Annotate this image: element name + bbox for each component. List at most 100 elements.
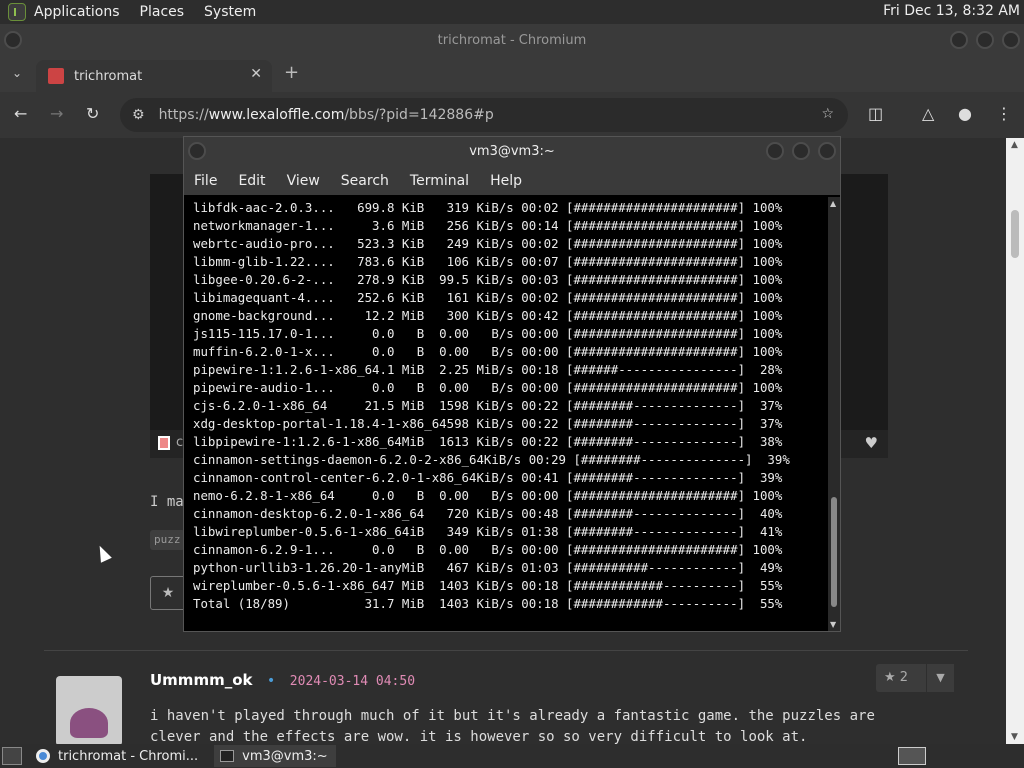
labs-flask-icon[interactable]: △	[922, 104, 934, 123]
avatar-figure	[70, 708, 108, 738]
mouse-cursor-icon	[94, 543, 112, 563]
menu-system[interactable]: System	[204, 4, 256, 20]
terminal-menu-edit[interactable]: Edit	[238, 173, 265, 189]
more-menu-icon[interactable]: ⋮	[996, 104, 1012, 123]
tabstrip: ⌄ trichromat ✕ +	[0, 56, 1024, 92]
forward-icon[interactable]: →	[50, 104, 63, 123]
terminal-menubar: File Edit View Search Terminal Help	[184, 167, 840, 195]
terminal-scroll-down-icon[interactable]: ▼	[830, 620, 836, 629]
terminal-menu-search[interactable]: Search	[341, 173, 389, 189]
favicon-icon	[48, 68, 64, 84]
terminal-line: muffin-6.2.0-1-x... 0.0 B 0.00 B/s 00:00…	[193, 344, 783, 359]
terminal-scroll-thumb[interactable]	[831, 497, 837, 607]
terminal-menu-terminal[interactable]: Terminal	[410, 173, 469, 189]
tag-badge[interactable]: puzz	[150, 530, 185, 550]
heart-icon[interactable]: ♥	[865, 434, 878, 452]
terminal-line: xdg-desktop-portal-1.18.4-1-x86_64598 Ki…	[193, 416, 783, 431]
address-bar[interactable]: ⚙ https://www.lexaloffle.com/bbs/?pid=14…	[120, 98, 848, 132]
terminal-close-button[interactable]	[818, 142, 836, 160]
terminal-icon	[220, 750, 235, 762]
terminal-menu-file[interactable]: File	[194, 173, 217, 189]
terminal-line: nemo-6.2.8-1-x86_64 0.0 B 0.00 B/s 00:00…	[193, 488, 783, 503]
tab-close-icon[interactable]: ✕	[250, 66, 262, 82]
task-chromium[interactable]: trichromat - Chromi...	[30, 745, 206, 767]
post-star-button[interactable]: ★	[150, 576, 186, 610]
terminal-line: libmm-glib-1.22.... 783.6 KiB 106 KiB/s …	[193, 254, 783, 269]
chromium-window-title: trichromat - Chromium	[437, 32, 587, 48]
terminal-line: python-urllib3-1.26.20-1-anyMiB 467 KiB/…	[193, 560, 783, 575]
profile-icon[interactable]: ●	[958, 104, 972, 123]
task-label: vm3@vm3:~	[242, 748, 328, 764]
terminal-menu-view[interactable]: View	[287, 173, 320, 189]
menu-applications[interactable]: Applications	[34, 4, 120, 20]
browser-toolbar: ← → ↻ ⚙ https://www.lexaloffle.com/bbs/?…	[0, 92, 1024, 138]
scroll-thumb[interactable]	[1011, 210, 1019, 258]
site-info-icon[interactable]: ⚙	[132, 107, 145, 123]
terminal-line: webrtc-audio-pro... 523.3 KiB 249 KiB/s …	[193, 236, 783, 251]
terminal-line: pipewire-1:1.2.6-1-x86_64.1 MiB 2.25 MiB…	[193, 362, 783, 377]
chromium-icon	[36, 749, 50, 763]
scroll-up-icon[interactable]: ▲	[1011, 140, 1018, 150]
menu-logo-icon[interactable]	[8, 3, 26, 21]
minimize-button[interactable]	[950, 31, 968, 49]
tab-title: trichromat	[74, 68, 143, 84]
comment-body: i haven't played through much of it but …	[150, 708, 875, 744]
terminal-line: libfdk-aac-2.0.3... 699.8 KiB 319 KiB/s …	[193, 200, 783, 215]
close-window-button[interactable]	[1002, 31, 1020, 49]
terminal-scrollbar[interactable]: ▲ ▼	[828, 197, 840, 631]
terminal-line: cinnamon-settings-daemon-6.2.0-2-x86_64K…	[193, 452, 790, 467]
task-terminal[interactable]: vm3@vm3:~	[214, 745, 336, 767]
scroll-down-icon[interactable]: ▼	[1011, 732, 1018, 742]
menu-places[interactable]: Places	[140, 4, 185, 20]
bottom-panel: trichromat - Chromi... vm3@vm3:~	[0, 744, 1024, 768]
clock[interactable]: Fri Dec 13, 8:32 AM	[883, 3, 1020, 19]
extensions-icon[interactable]: ◫	[868, 104, 883, 123]
terminal-window-menu-button[interactable]	[188, 142, 206, 160]
back-icon[interactable]: ←	[14, 104, 27, 123]
url-host: www.lexaloffle.com	[208, 107, 345, 123]
terminal-line: gnome-background... 12.2 MiB 300 KiB/s 0…	[193, 308, 783, 323]
new-tab-button[interactable]: +	[284, 62, 299, 83]
maximize-button[interactable]	[976, 31, 994, 49]
cart-icon[interactable]	[158, 436, 170, 450]
url-prefix: https://	[158, 107, 209, 123]
chromium-titlebar[interactable]: trichromat - Chromium	[0, 24, 1024, 56]
tab-search-icon[interactable]: ⌄	[12, 66, 22, 80]
terminal-line: libpipewire-1:1.2.6-1-x86_64MiB 1613 KiB…	[193, 434, 783, 449]
terminal-line: libgee-0.20.6-2-... 278.9 KiB 99.5 KiB/s…	[193, 272, 783, 287]
terminal-title: vm3@vm3:~	[469, 144, 555, 159]
terminal-line: networkmanager-1... 3.6 MiB 256 KiB/s 00…	[193, 218, 783, 233]
window-menu-button[interactable]	[4, 31, 22, 49]
show-desktop-icon[interactable]	[2, 747, 22, 765]
vote-dropdown-icon[interactable]: ▼	[926, 664, 954, 692]
terminal-scroll-up-icon[interactable]: ▲	[830, 199, 836, 208]
terminal-line: cinnamon-6.2.9-1... 0.0 B 0.00 B/s 00:00…	[193, 542, 783, 557]
terminal-line: wireplumber-0.5.6-1-x86_647 MiB 1403 KiB…	[193, 578, 783, 593]
comment-date[interactable]: 2024-03-14 04:50	[290, 674, 415, 689]
page-scrollbar[interactable]: ▲ ▼	[1006, 138, 1024, 744]
comment-header: Ummmm_ok • 2024-03-14 04:50	[150, 671, 415, 689]
comment-separator: •	[266, 673, 276, 689]
terminal-minimize-button[interactable]	[766, 142, 784, 160]
workspace-switcher[interactable]	[898, 747, 926, 765]
terminal-menu-help[interactable]: Help	[490, 173, 522, 189]
top-menu: Applications Places System	[34, 4, 276, 20]
terminal-line: libimagequant-4.... 252.6 KiB 161 KiB/s …	[193, 290, 783, 305]
avatar[interactable]	[56, 676, 122, 744]
bookmark-star-icon[interactable]: ☆	[821, 106, 834, 122]
star-vote-button[interactable]: ★ 2	[876, 664, 926, 692]
terminal-line: libwireplumber-0.5.6-1-x86_64iB 349 KiB/…	[193, 524, 783, 539]
divider	[44, 650, 968, 651]
terminal-output[interactable]: libfdk-aac-2.0.3... 699.8 KiB 319 KiB/s …	[184, 197, 828, 631]
terminal-line: cjs-6.2.0-1-x86_64 21.5 MiB 1598 KiB/s 0…	[193, 398, 783, 413]
reload-icon[interactable]: ↻	[86, 104, 99, 123]
terminal-maximize-button[interactable]	[792, 142, 810, 160]
tab-trichromat[interactable]: trichromat ✕	[36, 60, 272, 92]
terminal-line: pipewire-audio-1... 0.0 B 0.00 B/s 00:00…	[193, 380, 783, 395]
comment-username[interactable]: Ummmm_ok	[150, 671, 252, 689]
vote-count: 2	[899, 670, 909, 685]
top-panel: Applications Places System Fri Dec 13, 8…	[0, 0, 1024, 24]
terminal-titlebar[interactable]: vm3@vm3:~	[184, 137, 840, 167]
task-label: trichromat - Chromi...	[58, 748, 199, 764]
terminal-line: cinnamon-control-center-6.2.0-1-x86_64Ki…	[193, 470, 783, 485]
